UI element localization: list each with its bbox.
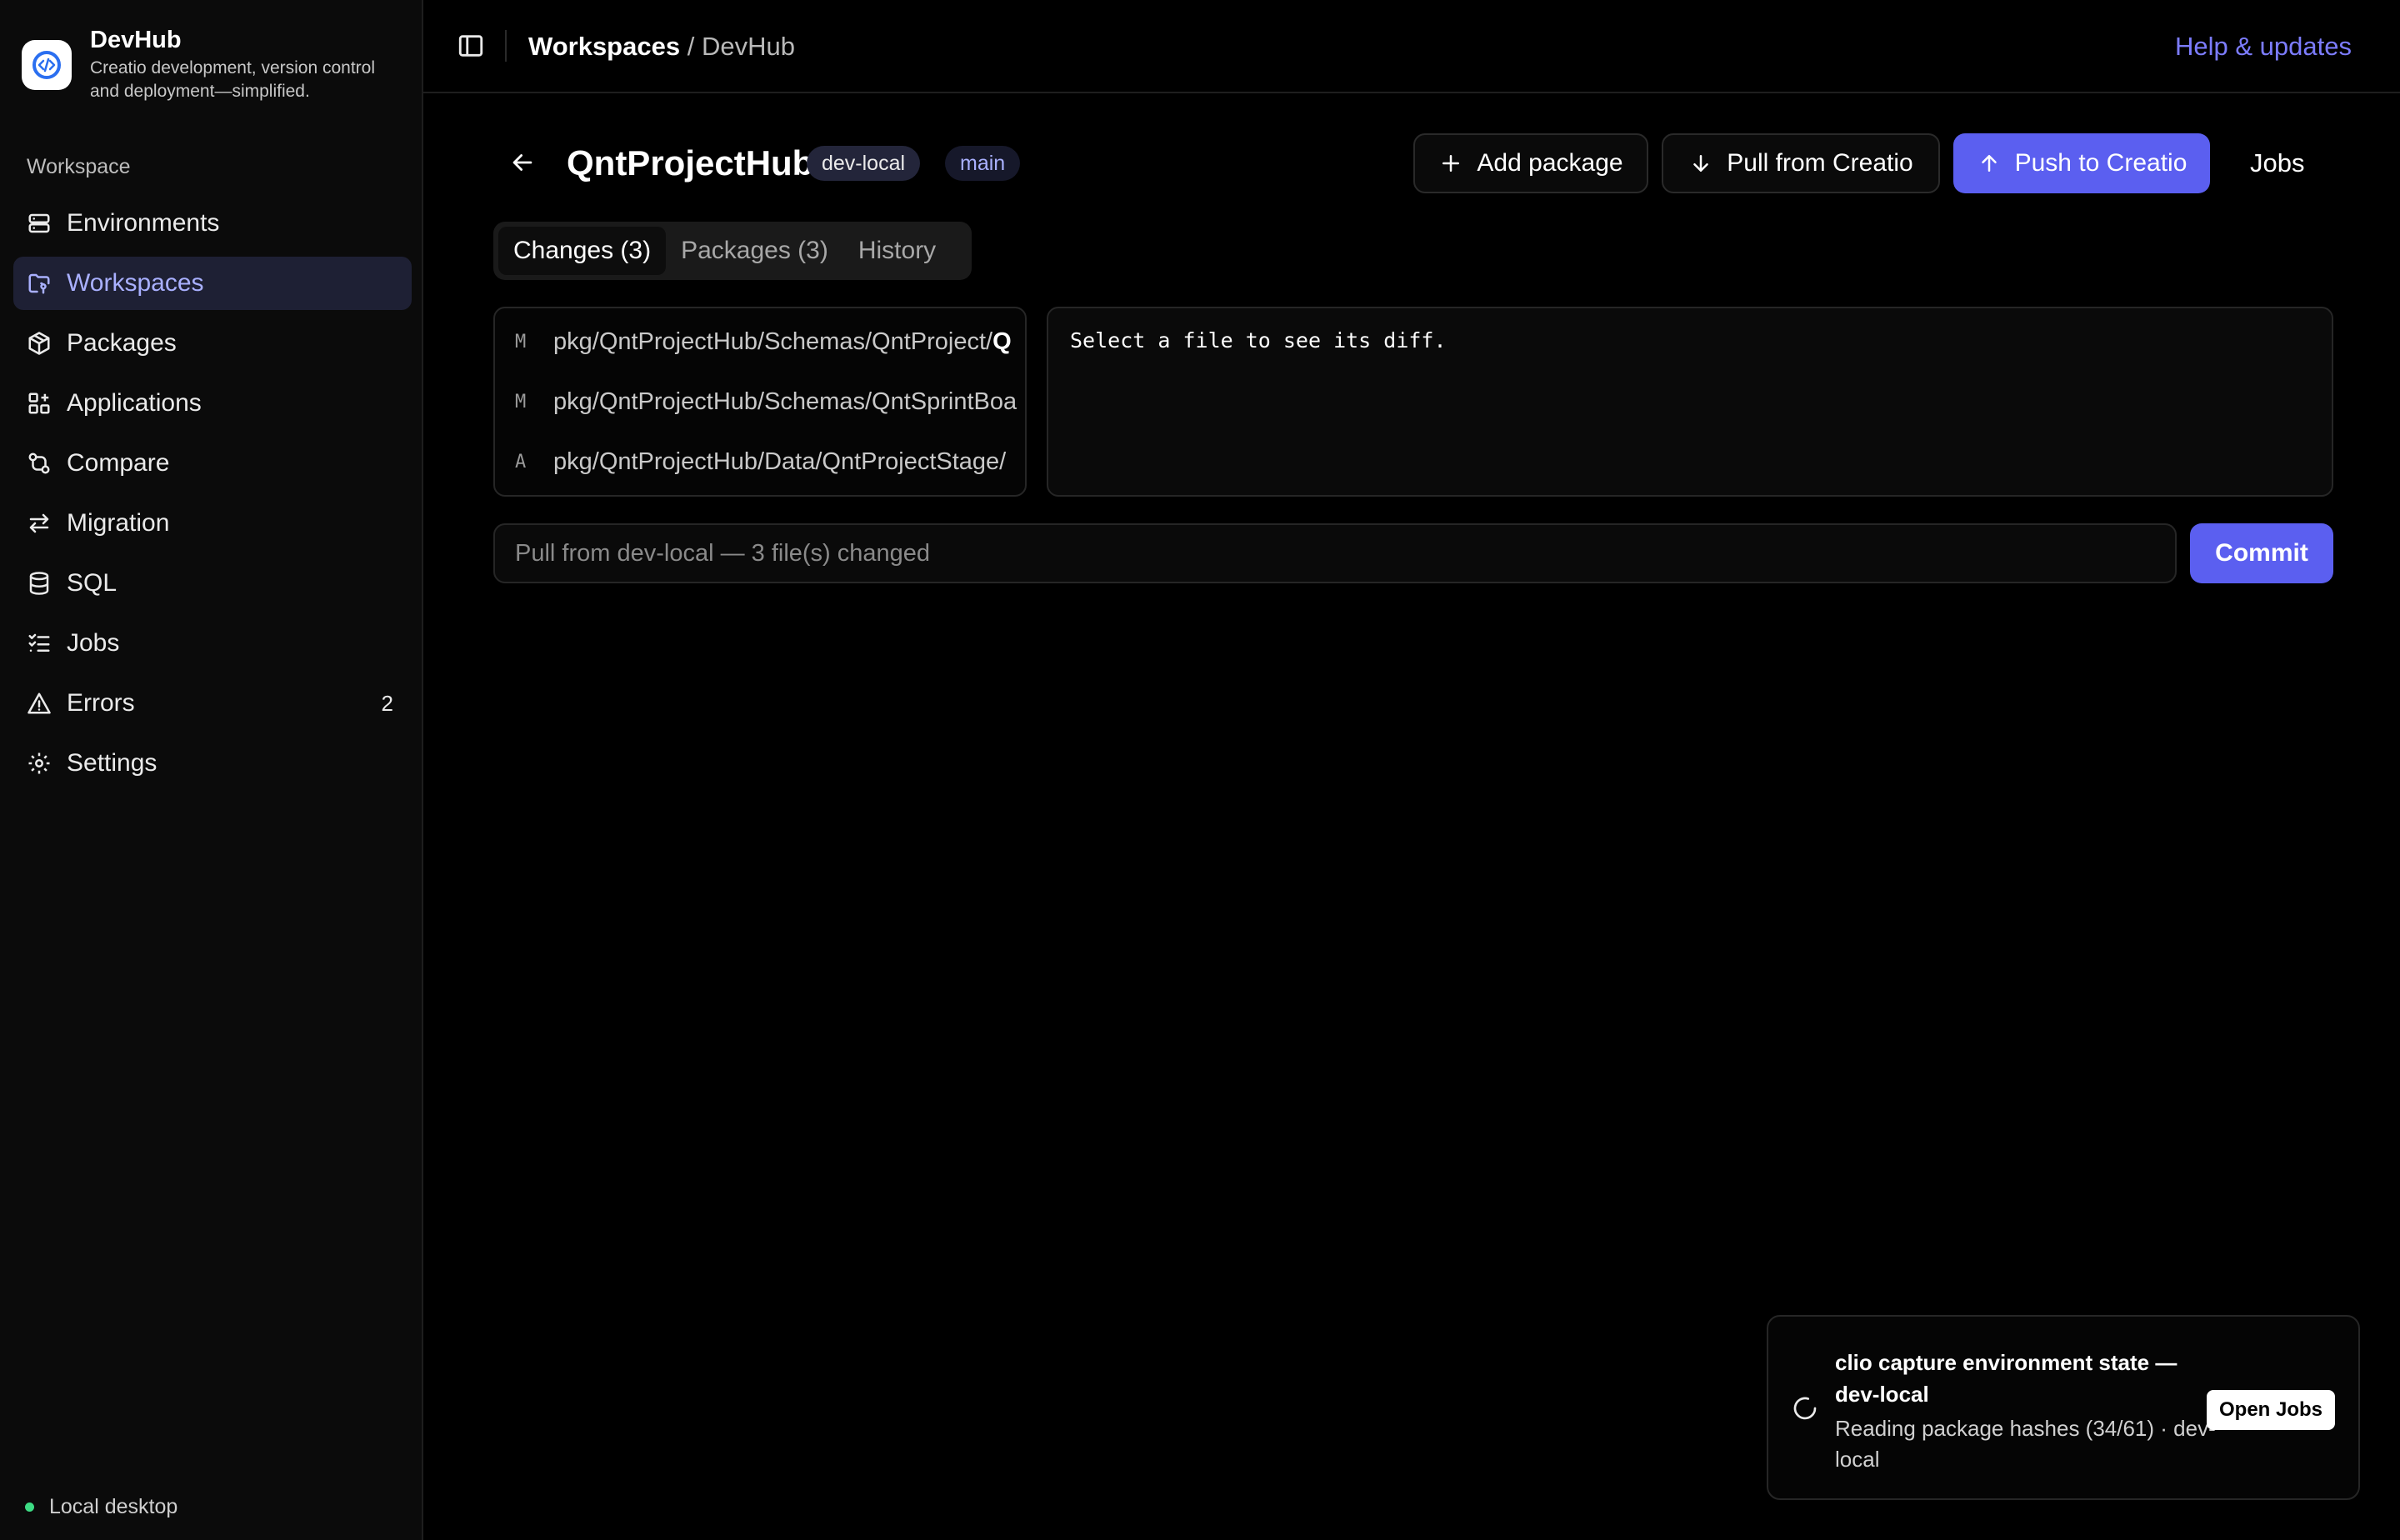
toast-title: clio capture environment state — dev-loc… (1835, 1350, 2178, 1407)
page-title: QntProjectHub (567, 143, 814, 182)
topbar: Workspaces / DevHub Help & updates (423, 0, 2400, 93)
arrow-down-icon (1688, 151, 1713, 176)
change-status: M (515, 331, 527, 352)
warning-icon (27, 690, 53, 717)
sidebar-item-label: Packages (67, 329, 177, 357)
sidebar: DevHub Creatio development, version cont… (0, 0, 423, 1540)
sidebar-toggle-icon[interactable] (457, 32, 487, 62)
tab-history[interactable]: History (843, 227, 951, 275)
pull-label: Pull from Creatio (1727, 149, 1913, 177)
sidebar-nav: Environments Workspaces Packages Applica… (13, 197, 412, 797)
sidebar-item-label: Errors (67, 689, 135, 717)
plus-icon (1438, 151, 1463, 176)
change-path: pkg/QntProjectHub/Schemas/QntProject/Q (553, 328, 1012, 355)
sidebar-item-label: Workspaces (67, 269, 204, 297)
changes-list: M pkg/QntProjectHub/Schemas/QntProject/Q… (493, 307, 1027, 497)
list-item[interactable]: M pkg/QntProjectHub/Schemas/QntProject/Q (495, 312, 1025, 372)
sidebar-item-label: Compare (67, 449, 170, 477)
change-path: pkg/QntProjectHub/Data/QntProjectStage/ (553, 448, 1007, 475)
diff-viewer: Select a file to see its diff. (1047, 307, 2333, 497)
breadcrumb-current: DevHub (701, 32, 795, 61)
breadcrumb-workspaces[interactable]: Workspaces (528, 32, 680, 61)
brand: DevHub Creatio development, version cont… (22, 25, 407, 103)
sidebar-item-label: Migration (67, 509, 170, 537)
sidebar-item-label: Settings (67, 749, 158, 777)
change-path: pkg/QntProjectHub/Schemas/QntSprintBoa (553, 388, 1018, 415)
sidebar-item-environments[interactable]: Environments (13, 197, 412, 250)
change-status: M (515, 391, 527, 412)
package-icon (27, 330, 53, 357)
sidebar-item-errors[interactable]: Errors 2 (13, 677, 412, 730)
sidebar-item-sql[interactable]: SQL (13, 557, 412, 610)
connection-status: Local desktop (25, 1495, 178, 1519)
sidebar-item-label: SQL (67, 569, 118, 597)
list-item[interactable]: M pkg/QntProjectHub/Schemas/QntSprintBoa (495, 372, 1025, 432)
job-progress-toast: clio capture environment state — dev-loc… (1767, 1315, 2360, 1500)
change-status: A (515, 451, 527, 472)
sidebar-item-migration[interactable]: Migration (13, 497, 412, 550)
sidebar-item-compare[interactable]: Compare (13, 437, 412, 490)
spinner-icon (1792, 1395, 1818, 1422)
add-package-button[interactable]: Add package (1413, 133, 1648, 193)
database-icon (27, 570, 53, 597)
status-label: Local desktop (49, 1495, 178, 1518)
tab-packages[interactable]: Packages (3) (666, 227, 843, 275)
jobs-button[interactable]: Jobs (2250, 147, 2304, 180)
push-label: Push to Creatio (2014, 149, 2188, 177)
environment-badge: dev-local (807, 146, 921, 181)
devhub-logo-icon (22, 40, 72, 90)
tab-changes[interactable]: Changes (3) (498, 227, 667, 275)
commit-button[interactable]: Commit (2190, 523, 2333, 583)
diff-placeholder: Select a file to see its diff. (1070, 328, 1447, 352)
gear-icon (27, 750, 53, 777)
git-compare-icon (27, 450, 53, 477)
list-item[interactable]: A pkg/QntProjectHub/Data/QntProjectStage… (495, 432, 1025, 492)
branch-badge: main (945, 146, 1021, 181)
folder-git-icon (27, 270, 53, 297)
open-jobs-button[interactable]: Open Jobs (2207, 1390, 2335, 1430)
sidebar-item-label: Environments (67, 209, 220, 237)
sidebar-item-workspaces[interactable]: Workspaces (13, 257, 412, 310)
sidebar-item-settings[interactable]: Settings (13, 737, 412, 790)
pull-from-creatio-button[interactable]: Pull from Creatio (1662, 133, 1940, 193)
sidebar-item-applications[interactable]: Applications (13, 377, 412, 430)
commit-message-input[interactable] (493, 523, 2177, 583)
breadcrumb-separator: / (687, 32, 695, 61)
errors-count-badge: 2 (381, 690, 393, 716)
help-updates-link[interactable]: Help & updates (2175, 30, 2352, 63)
breadcrumb: Workspaces / DevHub (528, 30, 795, 63)
sidebar-item-jobs[interactable]: Jobs (13, 617, 412, 670)
app-name: DevHub (90, 27, 182, 53)
push-to-creatio-button[interactable]: Push to Creatio (1953, 133, 2210, 193)
sidebar-item-label: Applications (67, 389, 202, 417)
sidebar-item-packages[interactable]: Packages (13, 317, 412, 370)
topbar-divider (505, 30, 507, 62)
back-arrow-icon[interactable] (508, 148, 538, 178)
sidebar-section-label: Workspace (27, 155, 131, 178)
app-tagline: Creatio development, version control and… (90, 58, 376, 101)
status-dot-icon (25, 1502, 34, 1512)
sidebar-item-label: Jobs (67, 629, 120, 657)
grid-plus-icon (27, 390, 53, 417)
add-package-label: Add package (1477, 149, 1623, 177)
arrow-up-icon (1977, 151, 2002, 176)
checklist-icon (27, 630, 53, 657)
arrows-swap-icon (27, 510, 53, 537)
toast-body: Reading package hashes (34/61) · dev-loc… (1835, 1416, 2216, 1472)
workspace-tabs: Changes (3) Packages (3) History (493, 222, 972, 280)
server-icon (27, 210, 53, 237)
